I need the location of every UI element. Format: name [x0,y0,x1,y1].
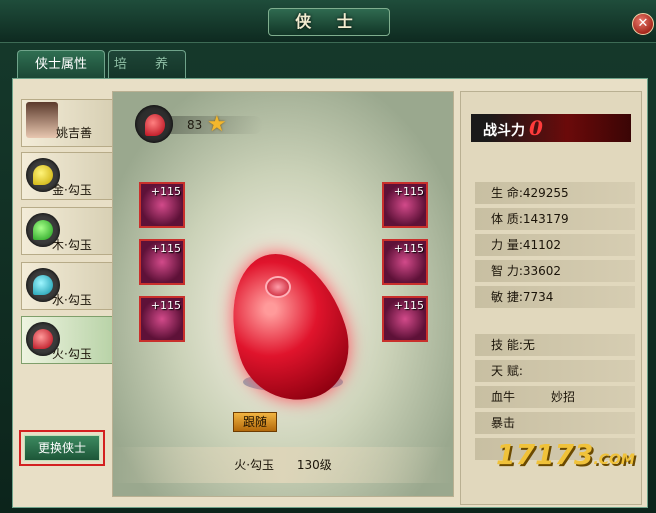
avatar [26,102,58,138]
swap-hero-button[interactable]: 更换侠士 [24,435,100,461]
stat-row: 力 量:41102 [475,234,635,256]
tab-attributes[interactable]: 侠士属性 [17,50,105,79]
sidebar-item-fire[interactable]: 火·勾玉 [21,316,113,364]
talent-row: 血牛 妙招 [475,386,635,408]
stat-row: 智 力:33602 [475,260,635,282]
game-window: 侠 士 ✕ 侠士属性 培 养 姚吉善 金·勾玉 木·勾玉 水·勾玉 火·勾玉 更… [0,0,656,513]
sidebar-item-label: 姚吉善 [56,126,93,140]
window-title: 侠 士 [268,8,390,36]
skill-row: 技 能:无 [475,334,635,356]
star-icon: ★ [207,112,227,137]
equip-slot-2[interactable]: +115 [139,239,185,285]
equip-bonus: +115 [150,299,181,312]
sidebar-item-portrait[interactable]: 姚吉善 [21,99,113,147]
stat-row: 体 质:143179 [475,208,635,230]
sidebar-item-wood[interactable]: 木·勾玉 [21,207,113,255]
fire-jade-hero [212,238,364,416]
stat-row: 敏 捷:7734 [475,286,635,308]
equip-slot-3[interactable]: +115 [139,296,185,342]
sidebar-item-label: 金·勾玉 [52,183,92,197]
equip-bonus: +115 [393,299,424,312]
equip-bonus: +115 [150,185,181,198]
hero-level: 130级 [296,458,332,472]
talent-row: 暴击 [475,412,635,434]
sidebar-item-metal[interactable]: 金·勾玉 [21,152,113,200]
sidebar-item-label: 火·勾玉 [52,347,92,361]
close-icon[interactable]: ✕ [632,13,654,35]
equip-bonus: +115 [393,242,424,255]
equip-slot-1[interactable]: +115 [139,182,185,228]
stat-row: 生 命:429255 [475,182,635,204]
sidebar-item-label: 水·勾玉 [52,293,92,307]
combat-power-value: 0 [529,116,543,140]
equip-bonus: +115 [393,185,424,198]
site-watermark: 17173.COM [496,438,635,471]
level-value: 83 [187,118,203,132]
title-bar: 侠 士 ✕ [0,0,656,43]
equip-bonus: +115 [150,242,181,255]
fire-jade-icon [135,105,173,143]
hero-display: 83 ★ +115 +115 +115 +115 +115 +115 跟随 火·… [112,91,454,497]
sidebar-item-water[interactable]: 水·勾玉 [21,262,113,310]
tab-training[interactable]: 培 养 [108,50,186,79]
combat-power: 战斗力 0 [471,114,631,142]
talent-row: 天 赋: [475,360,635,382]
equip-slot-6[interactable]: +115 [382,296,428,342]
hero-name: 火·勾玉 [234,458,275,472]
sidebar-item-label: 木·勾玉 [52,238,92,252]
equip-slot-4[interactable]: +115 [382,182,428,228]
equip-slot-5[interactable]: +115 [382,239,428,285]
combat-power-label: 战斗力 [483,123,525,139]
follow-button[interactable]: 跟随 [233,412,277,432]
hero-name-bar: 火·勾玉 130级 [113,447,453,483]
jade-hole [265,276,291,298]
